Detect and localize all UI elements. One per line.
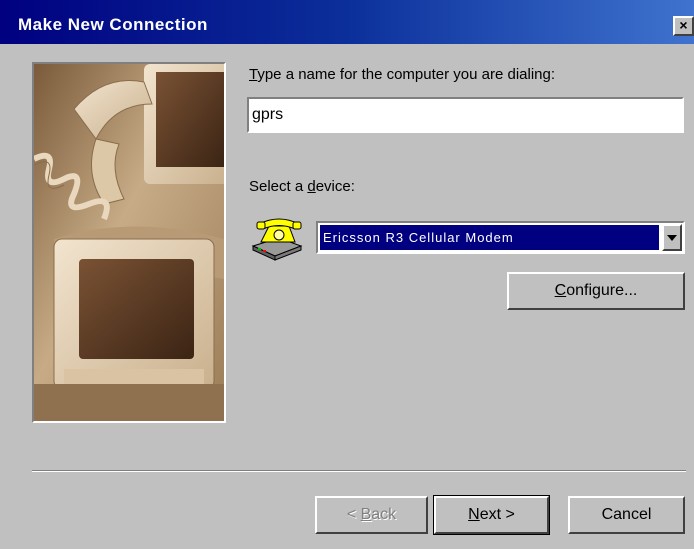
cancel-button[interactable]: Cancel: [568, 496, 685, 534]
computer-name-label: Type a name for the computer you are dia…: [249, 66, 555, 83]
title-bar[interactable]: Make New Connection ×: [0, 0, 694, 44]
close-button[interactable]: ×: [673, 16, 694, 36]
mnemonic-n: N: [468, 506, 480, 523]
next-button[interactable]: Next >: [433, 495, 550, 535]
back-prefix: <: [346, 506, 361, 523]
separator: [32, 470, 686, 472]
chevron-down-icon: [667, 235, 677, 241]
mnemonic-c: C: [554, 282, 567, 299]
select-device-rest: evice:: [315, 178, 355, 195]
telephone-modem-icon: [249, 212, 303, 262]
back-label: ack: [371, 506, 397, 523]
mnemonic-b: B: [360, 506, 372, 523]
close-icon: ×: [679, 17, 688, 33]
back-button[interactable]: < Back: [315, 496, 428, 534]
configure-label: onfigure...: [566, 282, 638, 299]
select-device-prefix: Select a: [249, 178, 308, 195]
select-device-label: Select a device:: [249, 178, 355, 195]
device-select[interactable]: Ericsson R3 Cellular Modem: [316, 221, 685, 254]
computer-name-label-text: ype a name for the computer you are dial…: [257, 66, 556, 83]
wizard-illustration: [32, 62, 226, 423]
computer-name-input[interactable]: [247, 97, 684, 133]
cancel-label: Cancel: [601, 506, 652, 523]
device-selected-value: Ericsson R3 Cellular Modem: [320, 225, 659, 250]
mnemonic-d: d: [307, 178, 316, 195]
device-dropdown-button[interactable]: [662, 224, 682, 251]
next-label: ext >: [479, 506, 515, 523]
window-title: Make New Connection: [18, 15, 208, 34]
configure-button[interactable]: Configure...: [507, 272, 685, 310]
